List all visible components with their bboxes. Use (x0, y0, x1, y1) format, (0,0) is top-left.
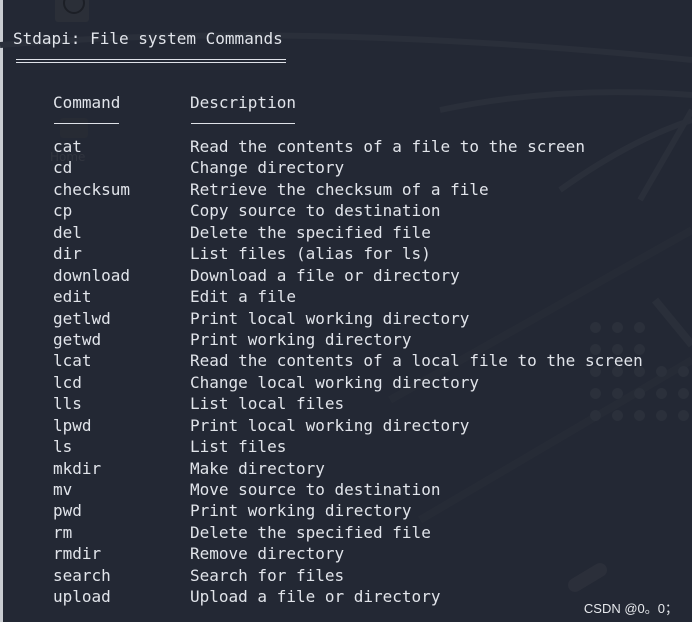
command-description: Move source to destination (190, 480, 441, 499)
command-description: Search for files (190, 565, 345, 585)
table-row: lpwd Print local working directory (0, 415, 692, 436)
terminal-window: Home Stdapi: File system Commands Comman… (0, 0, 692, 622)
section-title: Stdapi: File system Commands (13, 29, 283, 48)
command-name: dir (53, 244, 82, 264)
header-command-rule (54, 123, 119, 124)
table-row: rm Delete the specified file (0, 522, 692, 543)
command-description: Read the contents of a file to the scree… (190, 137, 585, 156)
table-row: edit Edit a file (0, 286, 692, 307)
desktop-drive-icon (55, 0, 89, 22)
command-name: pwd (53, 501, 82, 521)
command-description: Print local working directory (190, 308, 470, 328)
command-description: List files (alias for ls) (190, 244, 431, 264)
command-name: lpwd (53, 415, 92, 435)
table-row: cd Change directory (0, 157, 692, 178)
table-row: dir List files (alias for ls) (0, 243, 692, 264)
command-name: edit (53, 287, 92, 307)
table-row: mkdir Make directory (0, 458, 692, 479)
command-description: Delete the specified file (190, 522, 431, 542)
command-description: Change directory (190, 158, 345, 178)
command-name: rmdir (53, 544, 102, 564)
table-row: mv Move source to destination (0, 479, 692, 500)
command-name: mv (53, 480, 73, 499)
command-description: Edit a file (190, 287, 296, 307)
table-row: rmdir Remove directory (0, 543, 692, 564)
table-row: lls List local files (0, 393, 692, 414)
command-description: Upload a file or directory (190, 587, 441, 607)
command-description: Read the contents of a local file to the… (190, 351, 643, 371)
header-description-rule (191, 123, 295, 124)
header-command: Command (53, 93, 121, 112)
command-name: lcd (53, 372, 82, 392)
command-description: List local files (190, 394, 345, 414)
command-name: rm (53, 522, 73, 542)
table-row: getwd Print working directory (0, 329, 692, 350)
command-description: Retrieve the checksum of a file (190, 179, 489, 199)
csdn-watermark: CSDN @0。0； (583, 601, 678, 616)
table-row: pwd Print working directory (0, 500, 692, 521)
command-description: Change local working directory (190, 372, 479, 392)
command-name: cat (53, 137, 82, 156)
table-row: checksum Retrieve the checksum of a file (0, 179, 692, 200)
command-name: search (53, 565, 111, 585)
command-name: checksum (53, 179, 131, 199)
command-name: download (53, 265, 131, 285)
command-name: upload (53, 587, 111, 607)
table-row: search Search for files (0, 565, 692, 586)
command-description: Remove directory (190, 544, 345, 564)
table-row: download Download a file or directory (0, 265, 692, 286)
table-row: cp Copy source to destination (0, 200, 692, 221)
command-description: List files (190, 437, 287, 457)
table-row: lcd Change local working directory (0, 372, 692, 393)
command-description: Print local working directory (190, 415, 470, 435)
command-name: lls (53, 394, 82, 414)
table-header: Command Description (0, 93, 692, 124)
command-description: Print working directory (190, 501, 412, 521)
table-row: getlwd Print local working directory (0, 308, 692, 329)
command-name: lcat (53, 351, 92, 371)
table-row: del Delete the specified file (0, 222, 692, 243)
table-row: cat Read the contents of a file to the sc… (0, 136, 692, 157)
command-name: del (53, 222, 82, 242)
command-name: mkdir (53, 458, 102, 478)
command-name: cd (53, 158, 73, 178)
command-description: Delete the specified file (190, 222, 431, 242)
command-name: ls (53, 437, 73, 457)
command-description: Make directory (190, 458, 325, 478)
desktop-home-icon (60, 118, 88, 138)
table-row: lcat Read the contents of a local file to… (0, 350, 692, 371)
command-name: getwd (53, 329, 102, 349)
command-description: Copy source to destination (190, 201, 441, 221)
command-name: getlwd (53, 308, 111, 328)
command-table: cat Read the contents of a file to the sc… (0, 136, 692, 608)
command-name: cp (53, 201, 73, 221)
header-description: Description (190, 93, 296, 112)
table-row: ls List files (0, 436, 692, 457)
command-description: Print working directory (190, 329, 412, 349)
command-description: Download a file or directory (190, 265, 460, 285)
title-double-underline (16, 59, 286, 63)
